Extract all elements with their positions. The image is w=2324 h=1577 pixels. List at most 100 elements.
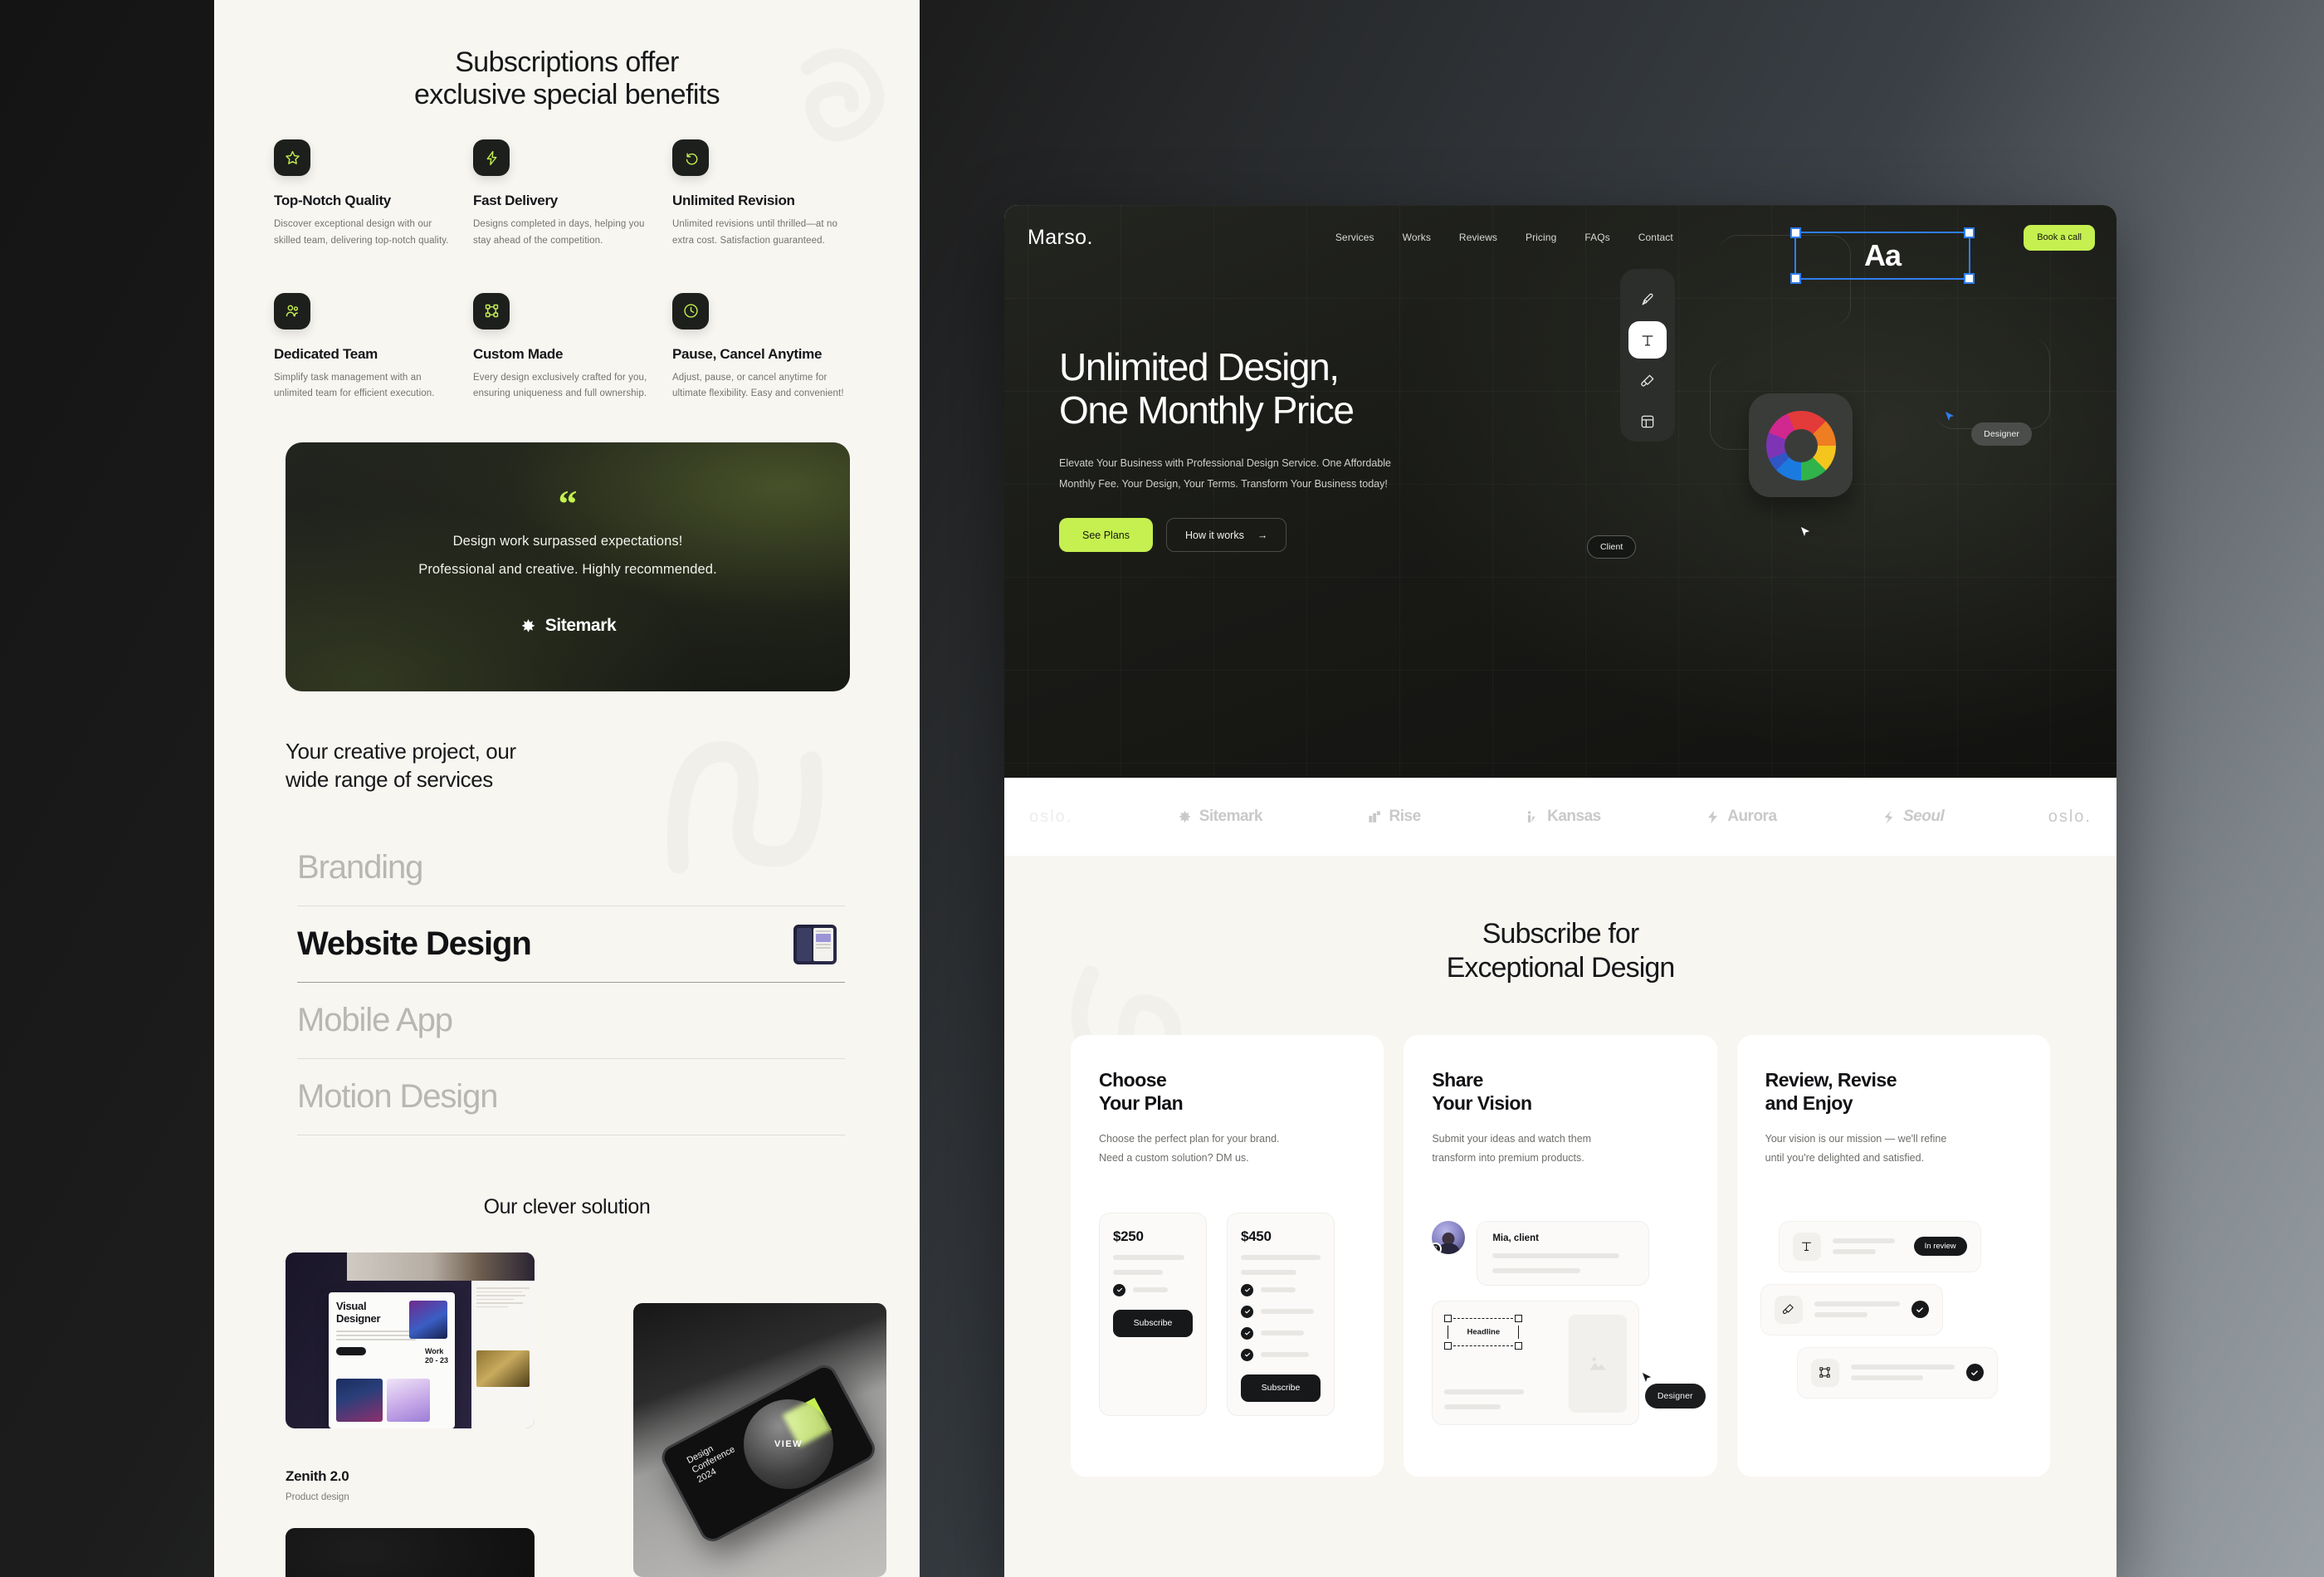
subscribe-button[interactable]: Subscribe xyxy=(1113,1309,1193,1337)
kansas-logo-icon xyxy=(1528,810,1536,823)
work-category: Product design xyxy=(286,1492,349,1502)
service-item-website-design[interactable]: Website Design xyxy=(297,906,845,983)
placeholder-bar xyxy=(1241,1269,1297,1275)
resize-handle-top-left[interactable] xyxy=(1790,227,1801,238)
service-item-motion-design[interactable]: Motion Design xyxy=(297,1059,845,1135)
logo-label: Kansas xyxy=(1547,808,1601,825)
left-page-panel: Subscriptions offer exclusive special be… xyxy=(214,0,920,1577)
nav-link-works[interactable]: Works xyxy=(1403,232,1431,243)
nav-link-services[interactable]: Services xyxy=(1335,232,1374,243)
logo-label: oslo. xyxy=(2048,807,2092,826)
subscribe-section: Subscribe for Exceptional Design Choose … xyxy=(1004,856,2116,1577)
clever-solution-heading: Our clever solution xyxy=(483,1195,651,1218)
benefit-item: Top-Notch Quality Discover exceptional d… xyxy=(274,139,452,250)
hero-title-line-2: One Monthly Price xyxy=(1059,388,1355,432)
rise-logo-icon xyxy=(1368,810,1380,823)
work-portfolio-sheet: Visual Designer Work 20 - 23 xyxy=(329,1292,455,1428)
plan-card-250[interactable]: $250 Subscribe xyxy=(1099,1212,1207,1416)
how-it-works-button[interactable]: How it works → xyxy=(1165,518,1287,553)
text-tool-icon xyxy=(1792,1232,1821,1261)
subscribe-heading-line-2: Exceptional Design xyxy=(1446,951,1676,984)
how-it-works-label: How it works xyxy=(1184,529,1244,541)
work-card-dark[interactable] xyxy=(286,1528,535,1577)
step-card-review-revise: Review, Revise and Enjoy Your vision is … xyxy=(1736,1034,2050,1477)
pen-tool-icon[interactable] xyxy=(1628,281,1667,318)
service-label: Website Design xyxy=(297,925,532,962)
resize-handle-top-right xyxy=(1515,1314,1523,1322)
benefit-title: Top-Notch Quality xyxy=(274,193,391,208)
benefits-heading-line-2: exclusive special benefits xyxy=(413,79,720,111)
benefit-description: Designs completed in days, helping you s… xyxy=(473,219,645,246)
card-title: Review, Revise and Enjoy xyxy=(1765,1068,1897,1114)
benefit-description: Every design exclusively crafted for you… xyxy=(473,372,647,399)
logo-rise: Rise xyxy=(1367,808,1421,826)
work-sheet-work-label: Work 20 - 23 xyxy=(424,1347,448,1365)
message-bubble: Mia, client xyxy=(1477,1220,1650,1286)
hero-subtitle-line-1: Elevate Your Business with Professional … xyxy=(1059,457,1391,470)
plan-price: $450 xyxy=(1241,1228,1272,1244)
card-title: Choose Your Plan xyxy=(1099,1068,1184,1114)
placeholder-bar xyxy=(1261,1287,1296,1293)
review-rows: In review xyxy=(1760,1220,2001,1410)
placeholder-bar xyxy=(1133,1287,1168,1293)
service-item-mobile-app[interactable]: Mobile App xyxy=(297,983,845,1059)
benefit-title: Fast Delivery xyxy=(473,193,558,208)
testimonial-line-1: Design work surpassed expectations! xyxy=(452,533,683,549)
services-list: Branding Website Design Mobile App Motio… xyxy=(297,830,845,1135)
client-logos-strip: oslo. Sitemark Rise Kansas Aurora Seoul xyxy=(1004,778,2116,856)
nav-link-reviews[interactable]: Reviews xyxy=(1459,232,1497,243)
placeholder-bar xyxy=(1113,1254,1185,1260)
nav-link-pricing[interactable]: Pricing xyxy=(1526,232,1556,243)
transform-icon xyxy=(1810,1358,1839,1387)
subscribe-button[interactable]: Subscribe xyxy=(1241,1374,1321,1402)
view-hover-button[interactable]: VIEW xyxy=(744,1399,833,1489)
quote-mark-icon: “ xyxy=(558,482,578,525)
work-card-conference[interactable]: Design Conference 2024 VIEW xyxy=(633,1303,886,1577)
testimonial-brand-name: Sitemark xyxy=(544,616,617,636)
brush-tool-icon xyxy=(1774,1295,1803,1324)
check-icon xyxy=(1911,1301,1929,1319)
placeholder-bar xyxy=(1261,1330,1304,1336)
brush-tool-icon[interactable] xyxy=(1628,362,1667,399)
resize-handle-bottom-left[interactable] xyxy=(1790,273,1801,284)
layout-editor-mock: Headline xyxy=(1432,1300,1640,1425)
cursor-label-designer: Designer xyxy=(1644,1383,1706,1409)
card-description: Choose the perfect plan for your brand. … xyxy=(1099,1132,1280,1164)
step-card-share-vision: Share Your Vision Submit your ideas and … xyxy=(1404,1034,1717,1477)
message-author: Mia, client xyxy=(1492,1233,1539,1243)
resize-handle-top-left xyxy=(1444,1314,1452,1322)
hero-subtitle: Elevate Your Business with Professional … xyxy=(1059,453,1499,495)
service-item-branding[interactable]: Branding xyxy=(297,830,845,906)
logo-kansas: Kansas xyxy=(1525,808,1601,826)
site-logo[interactable]: Marso. xyxy=(1028,226,1093,250)
plan-feature-row xyxy=(1241,1305,1321,1318)
text-sample: Aa xyxy=(1863,238,1902,272)
subscribe-heading-line-1: Subscribe for xyxy=(1482,918,1640,950)
text-tool-icon[interactable] xyxy=(1628,321,1667,359)
benefit-title: Custom Made xyxy=(473,345,564,362)
logo-aurora: Aurora xyxy=(1705,808,1777,826)
subscribe-cards: Choose Your Plan Choose the perfect plan… xyxy=(1071,1034,2050,1477)
benefits-grid: Top-Notch Quality Discover exceptional d… xyxy=(274,139,868,403)
work-sheet-image-1 xyxy=(336,1379,383,1422)
resize-handle-top-right[interactable] xyxy=(1964,227,1975,238)
placeholder-bar xyxy=(1261,1352,1309,1358)
benefit-title: Pause, Cancel Anytime xyxy=(672,345,823,362)
color-picker-card[interactable] xyxy=(1749,393,1853,497)
subscribe-heading: Subscribe for Exceptional Design xyxy=(1004,917,2116,985)
work-card-zenith[interactable]: Visual Designer Work 20 - 23 xyxy=(286,1252,535,1428)
check-icon xyxy=(1113,1283,1125,1296)
resize-handle-bottom-right[interactable] xyxy=(1964,273,1975,284)
check-icon xyxy=(1241,1283,1253,1296)
plan-card-450[interactable]: $450 Subscribe xyxy=(1227,1212,1335,1416)
work-sheet-avatar xyxy=(409,1301,447,1339)
avatar-badge: 2 xyxy=(1432,1242,1443,1254)
text-selection-box[interactable]: Aa xyxy=(1790,227,1975,284)
resize-handle-bottom-left xyxy=(1444,1341,1452,1350)
layout-tool-icon[interactable] xyxy=(1628,403,1667,440)
service-label: Motion Design xyxy=(297,1078,498,1115)
review-row xyxy=(1796,1346,1998,1399)
see-plans-button[interactable]: See Plans xyxy=(1059,518,1153,553)
lightning-icon xyxy=(473,139,510,176)
plan-feature-row xyxy=(1113,1283,1193,1296)
